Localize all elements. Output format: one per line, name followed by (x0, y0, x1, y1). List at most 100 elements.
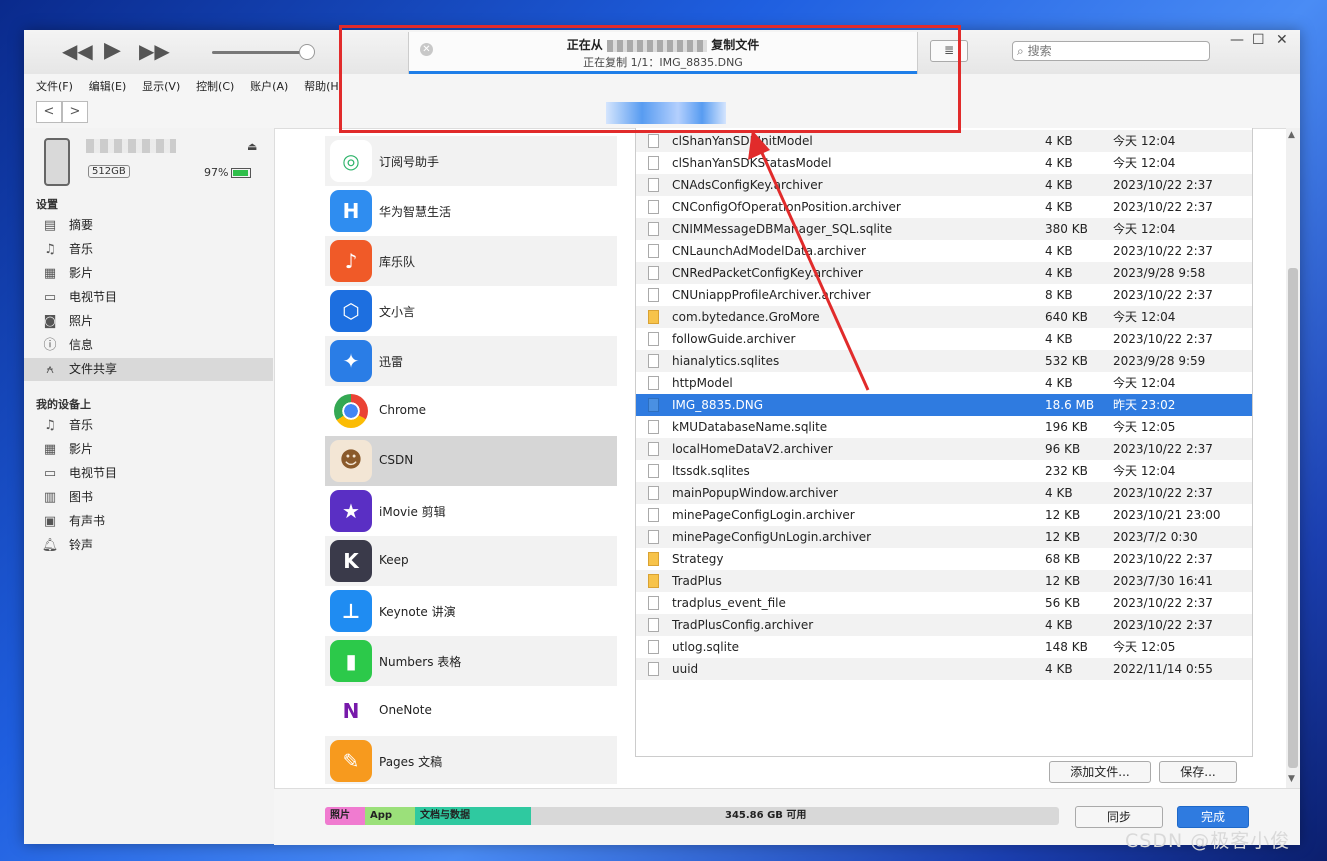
music-icon: ♫ (44, 242, 56, 257)
file-row[interactable]: CNConfigOfOperationPosition.archiver 4 KB… (636, 196, 1252, 218)
annotation-highlight-box (339, 25, 961, 133)
file-row[interactable]: utlog.sqlite 148 KB 今天 12:05 (636, 636, 1252, 658)
vertical-scrollbar[interactable]: ▲ ▼ (1286, 128, 1300, 788)
bell-icon: 🔔︎ (41, 538, 59, 553)
file-row-selected[interactable]: IMG_8835.DNG 18.6 MB 昨天 23:02 (636, 394, 1252, 416)
file-row[interactable]: CNLaunchAdModelData.archiver 4 KB 2023/10/… (636, 240, 1252, 262)
file-row[interactable]: localHomeDataV2.archiver 96 KB 2023/10/22 … (636, 438, 1252, 460)
sidebar-item-device-tv[interactable]: ▭ 电视节目 (24, 462, 273, 485)
app-item[interactable]: ★ iMovie 剪辑 (325, 486, 617, 537)
app-item-selected[interactable]: ☻ CSDN (325, 436, 617, 487)
storage-app: App (365, 807, 415, 825)
app-item[interactable]: ♪ 库乐队 (325, 236, 617, 287)
volume-knob[interactable] (299, 44, 315, 60)
sidebar-item-photos[interactable]: ◙ 照片 (24, 310, 273, 333)
sidebar-item-tv[interactable]: ▭ 电视节目 (24, 286, 273, 309)
app-item[interactable]: N OneNote (325, 686, 617, 737)
file-icon (648, 464, 659, 478)
file-row[interactable]: httpModel 4 KB 今天 12:04 (636, 372, 1252, 394)
sidebar-item-device-movies[interactable]: ▦ 影片 (24, 438, 273, 461)
file-row[interactable]: kMUDatabaseName.sqlite 196 KB 今天 12:05 (636, 416, 1252, 438)
file-row[interactable]: tradplus_event_file 56 KB 2023/10/22 2:37 (636, 592, 1252, 614)
sidebar-item-music[interactable]: ♫ 音乐 (24, 238, 273, 261)
file-row[interactable]: minePageConfigUnLogin.archiver 12 KB 2023/… (636, 526, 1252, 548)
file-row[interactable]: TradPlusConfig.archiver 4 KB 2023/10/22 2:… (636, 614, 1252, 636)
file-row[interactable]: TradPlus 12 KB 2023/7/30 16:41 (636, 570, 1252, 592)
maximize-button[interactable]: ☐ (1252, 32, 1265, 48)
app-item[interactable]: ✦ 迅雷 (325, 336, 617, 387)
file-row[interactable]: CNIMMessageDBManager_SQL.sqlite 380 KB 今天 … (636, 218, 1252, 240)
menu-help[interactable]: 帮助(H) (304, 78, 343, 94)
volume-slider[interactable] (212, 51, 307, 54)
info-icon: ⓘ (43, 338, 57, 353)
close-button[interactable]: ✕ (1276, 32, 1288, 48)
book-icon: ▥ (43, 490, 57, 505)
device-name-blurred (86, 139, 176, 153)
app-item[interactable]: ✎ Pages 文稿 (325, 736, 617, 784)
file-icon (648, 376, 659, 390)
search-input[interactable]: ⌕ 搜索 (1012, 41, 1210, 61)
file-row[interactable]: mainPopupWindow.archiver 4 KB 2023/10/22 2… (636, 482, 1252, 504)
storage-photos: 照片 (325, 807, 365, 825)
file-row[interactable]: uuid 4 KB 2022/11/14 0:55 (636, 658, 1252, 680)
file-row[interactable]: followGuide.archiver 4 KB 2023/10/22 2:37 (636, 328, 1252, 350)
numbers-icon: ▮ (330, 640, 372, 682)
menu-edit[interactable]: 编辑(E) (89, 78, 127, 94)
sidebar-item-movies[interactable]: ▦ 影片 (24, 262, 273, 285)
app-item[interactable]: ⬡ 文小言 (325, 286, 617, 337)
add-file-button[interactable]: 添加文件... (1049, 761, 1151, 783)
app-item[interactable]: Chrome (325, 386, 617, 437)
file-row[interactable]: ltssdk.sqlites 232 KB 今天 12:04 (636, 460, 1252, 482)
file-row[interactable]: minePageConfigLogin.archiver 12 KB 2023/10… (636, 504, 1252, 526)
huawei-life-icon: H (330, 190, 372, 232)
sidebar-item-device-audiobooks[interactable]: ▣ 有声书 (24, 510, 273, 533)
menu-file[interactable]: 文件(F) (36, 78, 73, 94)
file-row[interactable]: CNAdsConfigKey.archiver 4 KB 2023/10/22 2:… (636, 174, 1252, 196)
forward-nav-button[interactable]: > (62, 101, 88, 123)
scroll-thumb[interactable] (1288, 268, 1298, 768)
rewind-button[interactable]: ◀◀ (62, 40, 93, 62)
file-list: clShanYanSDKInitModel 4 KB 今天 12:04 clShan… (635, 128, 1253, 757)
forward-button[interactable]: ▶▶ (139, 40, 170, 62)
sidebar-item-device-books[interactable]: ▥ 图书 (24, 486, 273, 509)
menu-view[interactable]: 显示(V) (142, 78, 180, 94)
done-button[interactable]: 完成 (1177, 806, 1249, 828)
scroll-down-icon[interactable]: ▼ (1288, 774, 1295, 784)
phone-icon (44, 138, 70, 186)
file-row[interactable]: clShanYanSDKInitModel 4 KB 今天 12:04 (636, 130, 1252, 152)
app-item[interactable]: H 华为智慧生活 (325, 186, 617, 237)
file-row[interactable]: hianalytics.sqlites 532 KB 2023/9/28 9:59 (636, 350, 1252, 372)
file-row[interactable]: clShanYanSDKStatasModel 4 KB 今天 12:04 (636, 152, 1252, 174)
app-list: ◎ 订阅号助手 H 华为智慧生活 ♪ 库乐队 ⬡ 文小言 ✦ 迅雷 Chrome ☻ CSD… (325, 128, 617, 784)
app-item[interactable]: ⊥ Keynote 讲演 (325, 586, 617, 637)
file-icon (648, 662, 659, 676)
menu-controls[interactable]: 控制(C) (196, 78, 234, 94)
back-button[interactable]: < (36, 101, 62, 123)
play-button[interactable]: ▶ (104, 40, 121, 62)
save-file-button[interactable]: 保存... (1159, 761, 1237, 783)
app-item[interactable]: ▮ Numbers 表格 (325, 636, 617, 687)
sidebar-item-device-tones[interactable]: 🔔︎ 铃声 (24, 534, 273, 557)
file-row[interactable]: Strategy 68 KB 2023/10/22 2:37 (636, 548, 1252, 570)
film-icon: ▦ (43, 442, 57, 457)
sidebar-item-info[interactable]: ⓘ 信息 (24, 334, 273, 357)
file-row[interactable]: CNRedPacketConfigKey.archiver 4 KB 2023/9/… (636, 262, 1252, 284)
eject-icon[interactable]: ⏏ (247, 140, 257, 153)
sidebar-item-summary[interactable]: ▤ 摘要 (24, 214, 273, 237)
menu-account[interactable]: 账户(A) (250, 78, 288, 94)
file-icon (648, 618, 659, 632)
app-item[interactable]: ◎ 订阅号助手 (325, 136, 617, 187)
scroll-up-icon[interactable]: ▲ (1288, 130, 1295, 140)
sync-button[interactable]: 同步 (1075, 806, 1163, 828)
file-row[interactable]: CNUniappProfileArchiver.archiver 8 KB 2023… (636, 284, 1252, 306)
file-row[interactable]: com.bytedance.GroMore 640 KB 今天 12:04 (636, 306, 1252, 328)
sidebar-item-device-music[interactable]: ♫ 音乐 (24, 414, 273, 437)
summary-icon: ▤ (43, 218, 57, 233)
app-item[interactable]: K Keep (325, 536, 617, 587)
keep-icon: K (330, 540, 372, 582)
itunes-window: ◀◀ ▶ ▶▶ ✕ 正在从 复制文件 正在复制 1/1：IMG_8835.DNG… (24, 30, 1300, 845)
sidebar-item-file-sharing[interactable]: ⍲ 文件共享 (24, 358, 273, 381)
minimize-button[interactable]: — (1230, 32, 1244, 48)
battery-icon (231, 168, 252, 178)
file-icon (648, 288, 659, 302)
